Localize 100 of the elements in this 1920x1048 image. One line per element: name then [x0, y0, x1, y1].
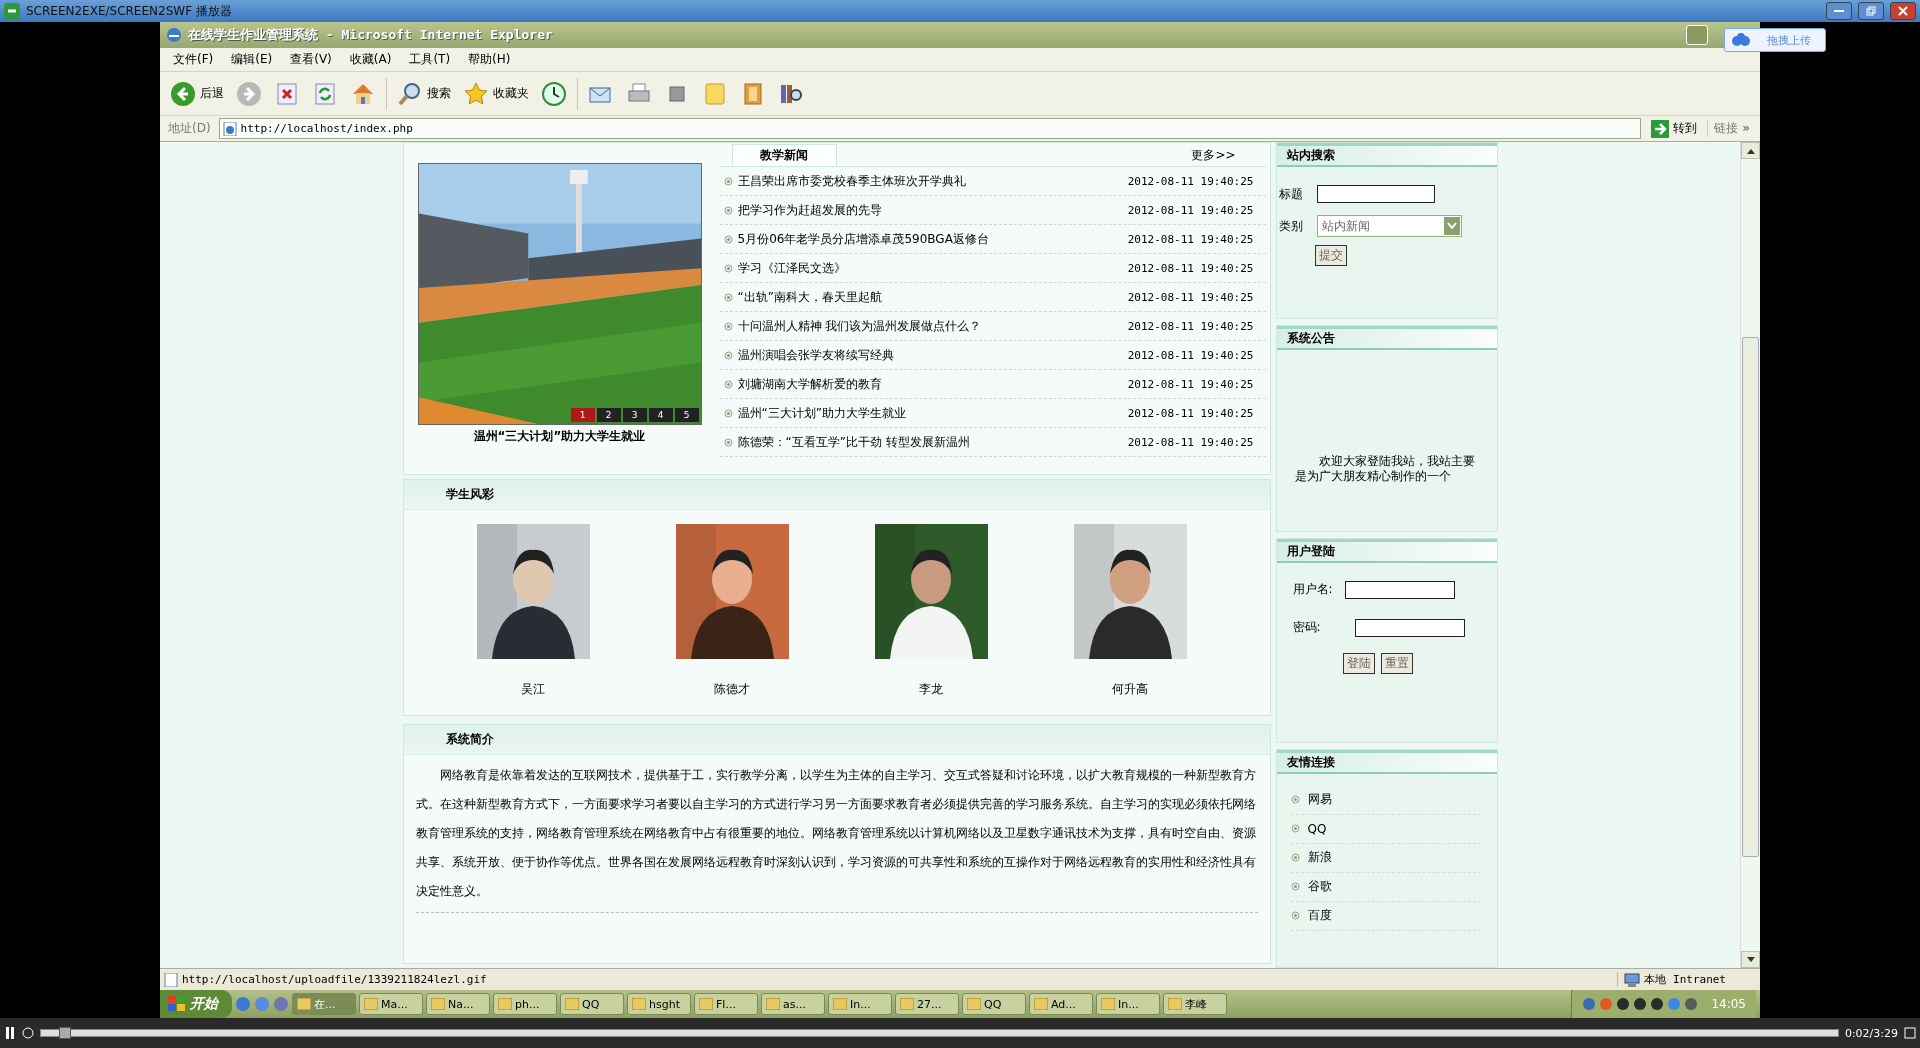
friend-link[interactable]: 新浪 [1307, 849, 1332, 867]
pause-icon[interactable] [4, 1027, 16, 1039]
restore-button[interactable] [1858, 2, 1884, 20]
panel-title: 用户登陆 [1286, 542, 1335, 560]
taskbar-button[interactable]: 李峰 [1163, 993, 1227, 1015]
bullet-icon [723, 321, 733, 331]
friend-link[interactable]: QQ [1307, 821, 1327, 836]
friend-link[interactable]: 谷歌 [1307, 878, 1332, 896]
browser-icon [166, 27, 182, 43]
tray-icon [1582, 997, 1597, 1011]
taskbar-button[interactable]: 27... [895, 993, 959, 1015]
taskbar-button[interactable]: ph... [493, 993, 557, 1015]
panel-title: 友情连接 [1286, 753, 1335, 771]
news-link[interactable]: 温州“三大计划”助力大学生就业 [737, 404, 1123, 422]
news-link[interactable]: 陈德荣：“互看互学”比干劲 转型发展新温州 [737, 433, 1123, 451]
reset-button[interactable]: 重置 [1380, 652, 1413, 674]
stop-icon[interactable] [22, 1027, 34, 1039]
links-button[interactable]: 链接 » [1707, 120, 1756, 137]
stop-icon [274, 80, 300, 107]
panel-title: 系统公告 [1286, 330, 1335, 348]
taskbar-button[interactable]: Na... [426, 993, 490, 1015]
field-label: 类别 [1278, 217, 1303, 235]
slide-tab[interactable]: 1 [570, 408, 595, 422]
fullscreen-icon[interactable] [1904, 1027, 1916, 1039]
star-icon [463, 80, 489, 107]
caret-icon [1446, 222, 1457, 230]
news-link[interactable]: “出轨”南科大，春天里起航 [737, 288, 1123, 306]
close-button[interactable] [1890, 2, 1916, 20]
note-icon [702, 80, 728, 107]
window-icon [364, 998, 378, 1010]
arrow-icon [1651, 119, 1670, 138]
zone-indicator: 本地 Intranet [1617, 972, 1756, 987]
submit-button[interactable]: 提交 [1314, 245, 1347, 266]
news-link[interactable]: 把学习作为赶超发展的先导 [737, 201, 1123, 219]
search-icon [397, 80, 423, 107]
news-tab[interactable]: 教学新闻 [731, 144, 837, 166]
window-icon [833, 998, 847, 1010]
bullet-icon [723, 205, 733, 215]
menu-item[interactable]: 文件(F) [164, 49, 223, 70]
category-dropdown[interactable]: 站内新闻 [1316, 215, 1462, 237]
more-link[interactable]: 更多>> [1191, 147, 1236, 164]
news-date: 2012-08-11 19:40:25 [1127, 319, 1254, 333]
go-button[interactable]: 转到 [1645, 118, 1704, 139]
toolbar-button[interactable]: 搜索 [393, 77, 455, 110]
taskbar-button[interactable]: QQ [962, 993, 1026, 1015]
toolbar-button[interactable]: 后退 [166, 77, 228, 110]
title-field[interactable] [1316, 185, 1435, 203]
slide-tab[interactable]: 5 [674, 408, 699, 422]
down-arrow-icon [1746, 956, 1755, 963]
minimize-button[interactable] [1826, 2, 1852, 20]
friend-link[interactable]: 网易 [1307, 791, 1332, 809]
menu-item[interactable]: 收藏(A) [340, 49, 401, 70]
window-icon [632, 998, 646, 1010]
news-date: 2012-08-11 19:40:25 [1127, 377, 1254, 391]
taskbar-button[interactable]: hsght [627, 993, 691, 1015]
taskbar-button[interactable]: QQ [560, 993, 624, 1015]
restore-icon [1866, 6, 1876, 16]
password-field[interactable] [1354, 618, 1465, 637]
menu-item[interactable]: 查看(V) [281, 49, 341, 70]
slide-tab[interactable]: 4 [648, 408, 673, 422]
bullet-icon [723, 379, 733, 389]
start-button[interactable]: 开始 [160, 990, 232, 1018]
window-title: 在线学生作业管理系统 - Microsoft Internet Explorer [188, 26, 554, 44]
seek-thumb[interactable] [58, 1027, 71, 1039]
quick-launch-icon[interactable] [235, 996, 251, 1012]
menu-item[interactable]: 工具(T) [400, 49, 460, 70]
taskbar-button[interactable]: In... [1096, 993, 1160, 1015]
up-arrow-icon [1746, 147, 1755, 154]
news-link[interactable]: 5月份06年老学员分店增添卓茂590BGA返修台 [737, 230, 1123, 248]
slide-tab[interactable]: 3 [622, 408, 647, 422]
news-link[interactable]: 王昌荣出席市委党校春季主体班次开学典礼 [737, 172, 1123, 190]
quick-launch-icon[interactable] [273, 996, 289, 1012]
slide-tab[interactable]: 2 [596, 408, 621, 422]
toolbar-button[interactable]: 收藏夹 [459, 77, 533, 110]
taskbar-button[interactable]: 在... [292, 993, 356, 1015]
bullet-icon [1290, 795, 1300, 805]
news-link[interactable]: 温州演唱会张学友将续写经典 [737, 346, 1123, 364]
computer-icon [1624, 972, 1641, 987]
scrollbar-thumb[interactable] [1742, 337, 1759, 857]
news-link[interactable]: 十问温州人精神 我们该为温州发展做点什么？ [737, 317, 1123, 335]
taskbar-button[interactable]: In... [828, 993, 892, 1015]
taskbar-button[interactable]: Ma... [359, 993, 423, 1015]
friend-link[interactable]: 百度 [1307, 907, 1332, 925]
menu-item[interactable]: 编辑(E) [222, 49, 282, 70]
menu-item[interactable]: 帮助(H) [459, 49, 520, 70]
taskbar-button[interactable]: Fl... [694, 993, 758, 1015]
login-button[interactable]: 登陆 [1342, 652, 1375, 674]
tray-icon [1616, 997, 1631, 1011]
history-icon [541, 80, 567, 107]
app-icon [4, 3, 20, 19]
address-field[interactable]: http://localhost/index.php [218, 118, 1642, 139]
status-text: http://localhost/uploadfile/1339211824lezl.gif [182, 973, 488, 986]
panel-title: 站内搜索 [1286, 147, 1335, 164]
window-icon [297, 998, 311, 1010]
window-icon [1168, 998, 1182, 1010]
news-link[interactable]: 刘墉湖南大学解析爱的教育 [737, 375, 1123, 393]
taskbar-button[interactable]: Ad... [1029, 993, 1093, 1015]
taskbar-button[interactable]: as... [761, 993, 825, 1015]
news-link[interactable]: 学习《江泽民文选》 [737, 259, 1123, 277]
username-field[interactable] [1344, 580, 1455, 599]
